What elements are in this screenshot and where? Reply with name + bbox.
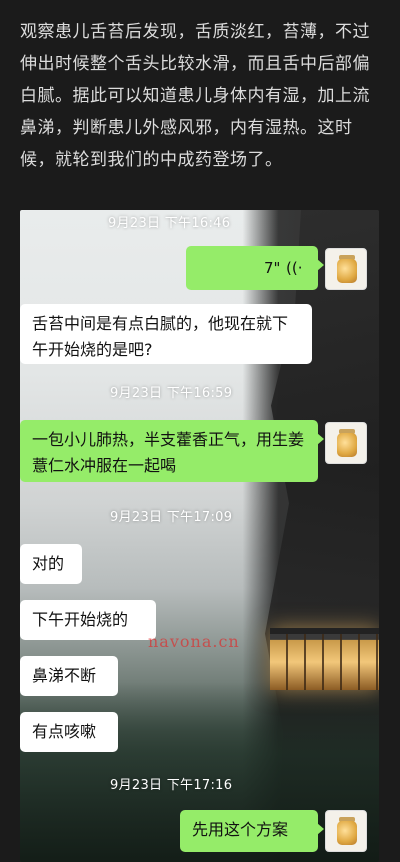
voice-duration: 7" [264, 259, 281, 277]
incoming-message[interactable]: 鼻涕不断 [20, 656, 118, 696]
article-paragraph: 观察患儿舌苔后发现，舌质淡红，苔薄，不过伸出时候整个舌头比较水滑，而且舌中后部偏… [20, 22, 370, 170]
avatar[interactable] [325, 810, 367, 852]
timestamp: 9月23日 下午16:59 [110, 386, 233, 401]
avatar-jar [337, 821, 357, 845]
glass-house-image [270, 628, 379, 690]
voice-wave-icon: ((· [286, 259, 303, 277]
avatar-jar [337, 433, 357, 457]
outgoing-message[interactable]: 先用这个方案 [180, 810, 324, 852]
incoming-message[interactable]: 舌苔中间是有点白腻的，他现在就下午开始烧的是吧? [20, 304, 312, 364]
incoming-message[interactable]: 有点咳嗽 [20, 712, 118, 752]
voice-message[interactable]: 7" ((· [186, 246, 324, 290]
timestamp: 9月23日 下午16:46 [108, 216, 231, 231]
incoming-message[interactable]: 下午开始烧的 [20, 600, 156, 640]
outgoing-message[interactable]: 一包小儿肺热，半支藿香正气，用生姜薏仁水冲服在一起喝 [20, 420, 324, 482]
avatar[interactable] [325, 422, 367, 464]
timestamp: 9月23日 下午17:16 [110, 778, 233, 793]
avatar[interactable] [325, 248, 367, 290]
chat-screenshot: 9月23日 下午16:46 7" ((· 舌苔中间是有点白腻的，他现在就下午开始… [20, 210, 379, 862]
watermark-text: navona.cn [148, 632, 240, 651]
avatar-jar [337, 259, 357, 283]
incoming-message[interactable]: 对的 [20, 544, 82, 584]
timestamp: 9月23日 下午17:09 [110, 510, 233, 525]
